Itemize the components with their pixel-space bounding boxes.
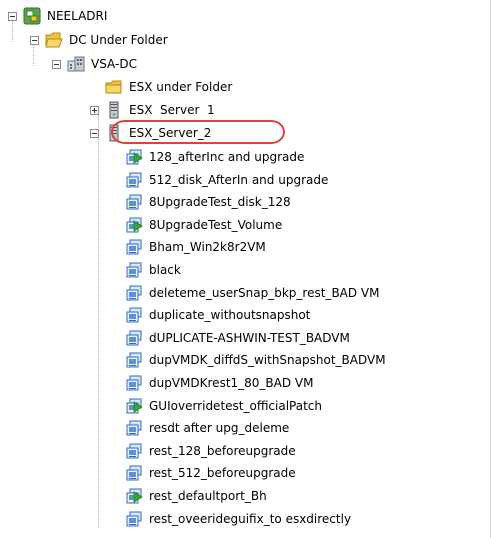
vm-icon xyxy=(125,464,143,482)
tree-node-label: ESX_Server_2 xyxy=(129,126,212,140)
vm-powered-on-icon xyxy=(125,397,143,415)
tree-node-neeladri[interactable]: NEELADRI xyxy=(8,5,107,27)
vm-item[interactable]: 512_disk_AfterIn and upgrade xyxy=(125,169,328,191)
vm-label: resdt after upg_deleme xyxy=(149,421,290,435)
tree-node-dc-under-folder[interactable]: DC Under Folder xyxy=(30,29,168,51)
tree-node-esx-under-folder[interactable]: ESX under Folder xyxy=(105,76,232,98)
vm-icon xyxy=(125,329,143,347)
vm-label: dUPLICATE-ASHWIN-TEST_BADVM xyxy=(149,331,350,345)
vm-powered-on-icon xyxy=(125,487,143,505)
tree-guide-line xyxy=(98,108,99,528)
vm-label: 128_afterInc and upgrade xyxy=(149,150,305,164)
host-server-icon xyxy=(105,101,123,119)
tree-node-vsa-dc[interactable]: VSA-DC xyxy=(52,53,137,75)
vm-icon xyxy=(125,238,143,256)
vm-item[interactable]: dupVMDK_diffdS_withSnapshot_BADVM xyxy=(125,349,386,371)
vm-icon xyxy=(125,171,143,189)
vm-icon xyxy=(125,510,143,528)
folder-icon xyxy=(105,78,123,96)
vm-label: black xyxy=(149,263,181,277)
vm-label: 8UpgradeTest_disk_128 xyxy=(149,195,291,209)
vm-icon xyxy=(125,419,143,437)
vm-icon xyxy=(125,442,143,460)
vm-powered-on-icon xyxy=(125,148,143,166)
vm-label: 512_disk_AfterIn and upgrade xyxy=(149,173,329,187)
vm-icon xyxy=(125,193,143,211)
tree-node-label: ESX under Folder xyxy=(129,80,233,94)
vm-powered-on-icon xyxy=(125,216,143,234)
vm-item[interactable]: deleteme_userSnap_bkp_rest_BAD VM xyxy=(125,282,380,304)
vm-item[interactable]: rest_128_beforeupgrade xyxy=(125,440,296,462)
vm-item[interactable]: rest_defaultport_Bh xyxy=(125,485,267,507)
collapse-icon[interactable] xyxy=(90,128,99,138)
host-server-icon xyxy=(105,124,123,142)
inventory-tree-panel: NEELADRI DC Under Folder VSA-DC ESX unde… xyxy=(0,0,491,538)
vm-icon xyxy=(125,306,143,324)
vm-label: Bham_Win2k8r2VM xyxy=(149,240,266,254)
vm-label: 8UpgradeTest_Volume xyxy=(149,218,283,232)
vm-item[interactable]: 128_afterInc and upgrade xyxy=(125,146,304,168)
vm-item[interactable]: GUIoverridetest_officialPatch xyxy=(125,395,322,417)
vm-label: deleteme_userSnap_bkp_rest_BAD VM xyxy=(149,286,380,300)
vm-item[interactable]: resdt after upg_deleme xyxy=(125,417,289,439)
vm-icon xyxy=(125,284,143,302)
vm-label: duplicate_withoutsnapshot xyxy=(149,308,311,322)
folder-open-icon xyxy=(45,31,63,49)
tree-node-esx-server-1[interactable]: ESX Server 1 xyxy=(90,99,215,121)
vm-item[interactable]: dupVMDKrest1_80_BAD VM xyxy=(125,372,313,394)
tree-node-esx-server-2[interactable]: ESX_Server_2 xyxy=(90,122,211,144)
vm-label: dupVMDKrest1_80_BAD VM xyxy=(149,376,314,390)
collapse-icon[interactable] xyxy=(30,35,39,45)
datacenter-icon xyxy=(67,55,85,73)
vm-item[interactable]: black xyxy=(125,259,181,281)
vm-item[interactable]: 8UpgradeTest_Volume xyxy=(125,214,282,236)
vm-icon xyxy=(125,261,143,279)
vm-item[interactable]: dUPLICATE-ASHWIN-TEST_BADVM xyxy=(125,327,350,349)
tree-node-label: DC Under Folder xyxy=(69,33,168,47)
vm-item[interactable]: rest_512_beforeupgrade xyxy=(125,462,296,484)
tree-node-label: VSA-DC xyxy=(91,57,137,71)
collapse-icon[interactable] xyxy=(52,59,61,69)
vm-label: GUIoverridetest_officialPatch xyxy=(149,399,323,413)
expand-icon[interactable] xyxy=(90,105,99,115)
vm-icon xyxy=(125,351,143,369)
vm-item[interactable]: 8UpgradeTest_disk_128 xyxy=(125,191,291,213)
vm-label: rest_512_beforeupgrade xyxy=(149,466,296,480)
vm-icon xyxy=(125,374,143,392)
vm-item[interactable]: duplicate_withoutsnapshot xyxy=(125,304,310,326)
vm-item[interactable]: rest_oveerideguifix_to esxdirectly xyxy=(125,508,351,530)
vm-item[interactable]: Bham_Win2k8r2VM xyxy=(125,236,266,258)
vm-label: dupVMDK_diffdS_withSnapshot_BADVM xyxy=(149,353,386,367)
tree-node-label: NEELADRI xyxy=(47,9,108,23)
vcenter-root-icon xyxy=(23,7,41,25)
collapse-icon[interactable] xyxy=(8,11,17,21)
tree-node-label: ESX Server 1 xyxy=(129,103,215,117)
vm-label: rest_oveerideguifix_to esxdirectly xyxy=(149,512,352,526)
vm-label: rest_128_beforeupgrade xyxy=(149,444,296,458)
vm-label: rest_defaultport_Bh xyxy=(149,489,267,503)
